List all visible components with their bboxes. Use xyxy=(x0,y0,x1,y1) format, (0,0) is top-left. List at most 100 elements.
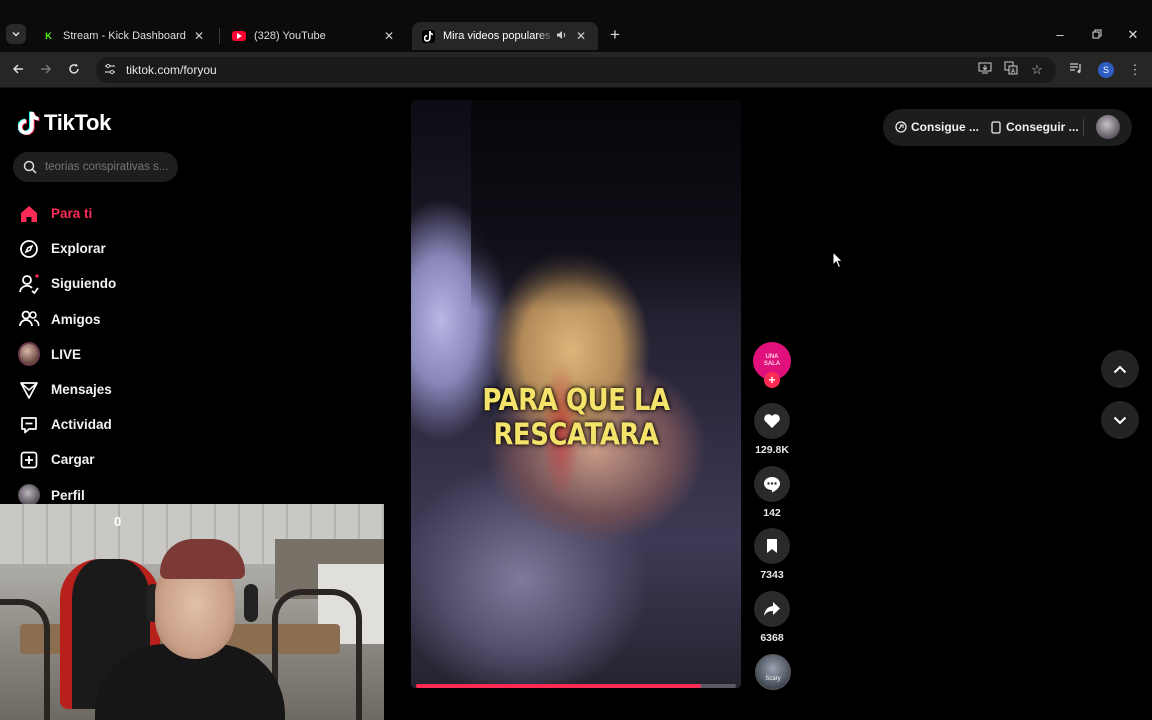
next-video-button[interactable] xyxy=(1101,401,1139,439)
share-icon xyxy=(764,602,780,616)
sidebar-item-actividad[interactable]: Actividad xyxy=(18,407,116,442)
creator-avatar-text: UNA SALA xyxy=(763,354,781,367)
video-player[interactable]: PARA QUE LA RESCATARA xyxy=(411,100,741,688)
tab-separator xyxy=(219,28,220,44)
following-icon xyxy=(18,273,40,295)
previous-video-button[interactable] xyxy=(1101,350,1139,388)
live-avatar-icon xyxy=(18,342,40,367)
like-count: 129.8K xyxy=(755,444,789,456)
sidebar-item-cargar[interactable]: Cargar xyxy=(18,442,116,477)
creator-avatar[interactable]: UNA SALA + xyxy=(753,342,791,388)
search-input[interactable] xyxy=(45,161,170,173)
close-window-icon[interactable]: ✕ xyxy=(1118,24,1148,46)
tab-youtube[interactable]: (328) YouTube ✕ xyxy=(222,22,406,50)
reload-icon[interactable] xyxy=(64,60,84,80)
youtube-icon xyxy=(232,31,246,41)
logo-text: TikTok xyxy=(44,110,112,135)
tab-tiktok[interactable]: Mira videos populares selec ✕ xyxy=(412,22,598,50)
speaker-icon[interactable] xyxy=(554,29,568,43)
get-app-button[interactable]: Conseguir ... xyxy=(991,120,1079,134)
minimize-icon[interactable]: – xyxy=(1045,24,1075,46)
browser-tab-strip: K Stream - Kick Dashboard ✕ (328) YouTub… xyxy=(0,0,1152,52)
sidebar-item-label: Mensajes xyxy=(51,382,112,398)
translate-icon[interactable]: A xyxy=(1002,61,1020,79)
chevron-up-icon xyxy=(1113,365,1127,373)
share-button[interactable] xyxy=(754,591,790,627)
restore-icon[interactable] xyxy=(1082,24,1112,46)
get-coins-button[interactable]: Consigue ... xyxy=(895,120,979,134)
sidebar-item-para-ti[interactable]: Para ti xyxy=(18,196,116,231)
share-action: 6368 xyxy=(754,591,790,644)
top-right-actions: Consigue ... Conseguir ... xyxy=(883,109,1132,146)
sidebar-item-label: Cargar xyxy=(51,452,95,468)
tab-kick[interactable]: K Stream - Kick Dashboard ✕ xyxy=(32,22,216,50)
profile-avatar-icon xyxy=(18,484,40,507)
user-avatar[interactable] xyxy=(1096,115,1120,139)
site-settings-icon[interactable] xyxy=(102,63,118,78)
webcam-counter: 0 xyxy=(114,514,122,529)
chevron-down-icon xyxy=(12,31,20,37)
sidebar-item-label: Para ti xyxy=(51,206,93,222)
sidebar-item-explorar[interactable]: Explorar xyxy=(18,231,116,266)
forward-icon[interactable] xyxy=(36,60,56,80)
sidebar-item-label: LIVE xyxy=(51,346,82,362)
video-progress-bar[interactable] xyxy=(416,684,736,688)
music-label: Scary xyxy=(765,676,781,682)
tab-title: Stream - Kick Dashboard xyxy=(63,30,186,42)
tiktok-icon xyxy=(17,111,40,136)
upload-icon xyxy=(18,449,40,471)
sidebar-item-label: Actividad xyxy=(51,417,112,433)
divider xyxy=(1083,119,1084,136)
video-actions: UNA SALA + xyxy=(753,342,793,388)
install-app-icon[interactable] xyxy=(976,61,994,79)
compass-icon xyxy=(18,238,40,260)
tab-search-button[interactable] xyxy=(6,24,26,44)
comment-action: 142 xyxy=(754,466,790,519)
close-tab-icon[interactable]: ✕ xyxy=(382,29,396,43)
kick-icon: K xyxy=(42,29,55,43)
address-bar[interactable]: tiktok.com/foryou xyxy=(96,57,1056,83)
home-icon xyxy=(18,203,40,225)
search-bar[interactable] xyxy=(13,152,178,182)
sidebar-item-mensajes[interactable]: Mensajes xyxy=(18,372,116,407)
sidebar-item-amigos[interactable]: Amigos xyxy=(18,302,116,337)
webcam-overlay: 0 xyxy=(0,504,384,720)
sidebar-item-siguiendo[interactable]: Siguiendo xyxy=(18,266,116,301)
comment-icon xyxy=(764,476,780,492)
back-icon[interactable] xyxy=(8,60,28,80)
save-button[interactable] xyxy=(754,528,790,564)
tiktok-logo[interactable]: TikTok xyxy=(17,110,112,136)
media-controls-icon[interactable] xyxy=(1067,61,1085,79)
music-disc[interactable]: Scary xyxy=(755,654,791,690)
comment-button[interactable] xyxy=(754,466,790,502)
tiktok-icon xyxy=(422,29,435,43)
share-count: 6368 xyxy=(760,632,784,644)
bookmark-icon xyxy=(767,539,777,553)
save-action: 7343 xyxy=(754,528,790,581)
close-tab-icon[interactable]: ✕ xyxy=(574,29,588,43)
get-coins-label: Consigue ... xyxy=(911,120,980,134)
video-progress-fill xyxy=(416,684,701,688)
activity-icon xyxy=(18,414,40,436)
close-tab-icon[interactable]: ✕ xyxy=(192,29,206,43)
sidebar-nav: Para ti Explorar Siguiendo Amigos LIVE M… xyxy=(18,196,116,513)
comment-count: 142 xyxy=(763,507,781,519)
chevron-down-icon xyxy=(1113,416,1127,424)
new-tab-button[interactable]: + xyxy=(606,25,624,45)
like-button[interactable] xyxy=(754,403,790,439)
send-icon xyxy=(18,379,40,401)
url-text: tiktok.com/foryou xyxy=(126,63,217,77)
sidebar-item-label: Amigos xyxy=(51,311,101,327)
bookmark-star-icon[interactable]: ☆ xyxy=(1028,61,1046,79)
coin-icon xyxy=(895,121,907,133)
tab-title: Mira videos populares selec xyxy=(443,30,554,42)
sidebar-item-live[interactable]: LIVE xyxy=(18,337,116,372)
follow-button[interactable]: + xyxy=(764,372,780,388)
browser-profile-avatar[interactable]: S xyxy=(1098,62,1114,78)
browser-menu-icon[interactable]: ⋮ xyxy=(1126,61,1144,79)
browser-toolbar: tiktok.com/foryou A ☆ ⋮ xyxy=(0,52,1152,88)
video-subtitle: PARA QUE LA RESCATARA xyxy=(482,383,670,453)
save-count: 7343 xyxy=(760,569,784,581)
sidebar-item-label: Explorar xyxy=(51,241,106,257)
mouse-cursor-icon xyxy=(832,251,844,269)
